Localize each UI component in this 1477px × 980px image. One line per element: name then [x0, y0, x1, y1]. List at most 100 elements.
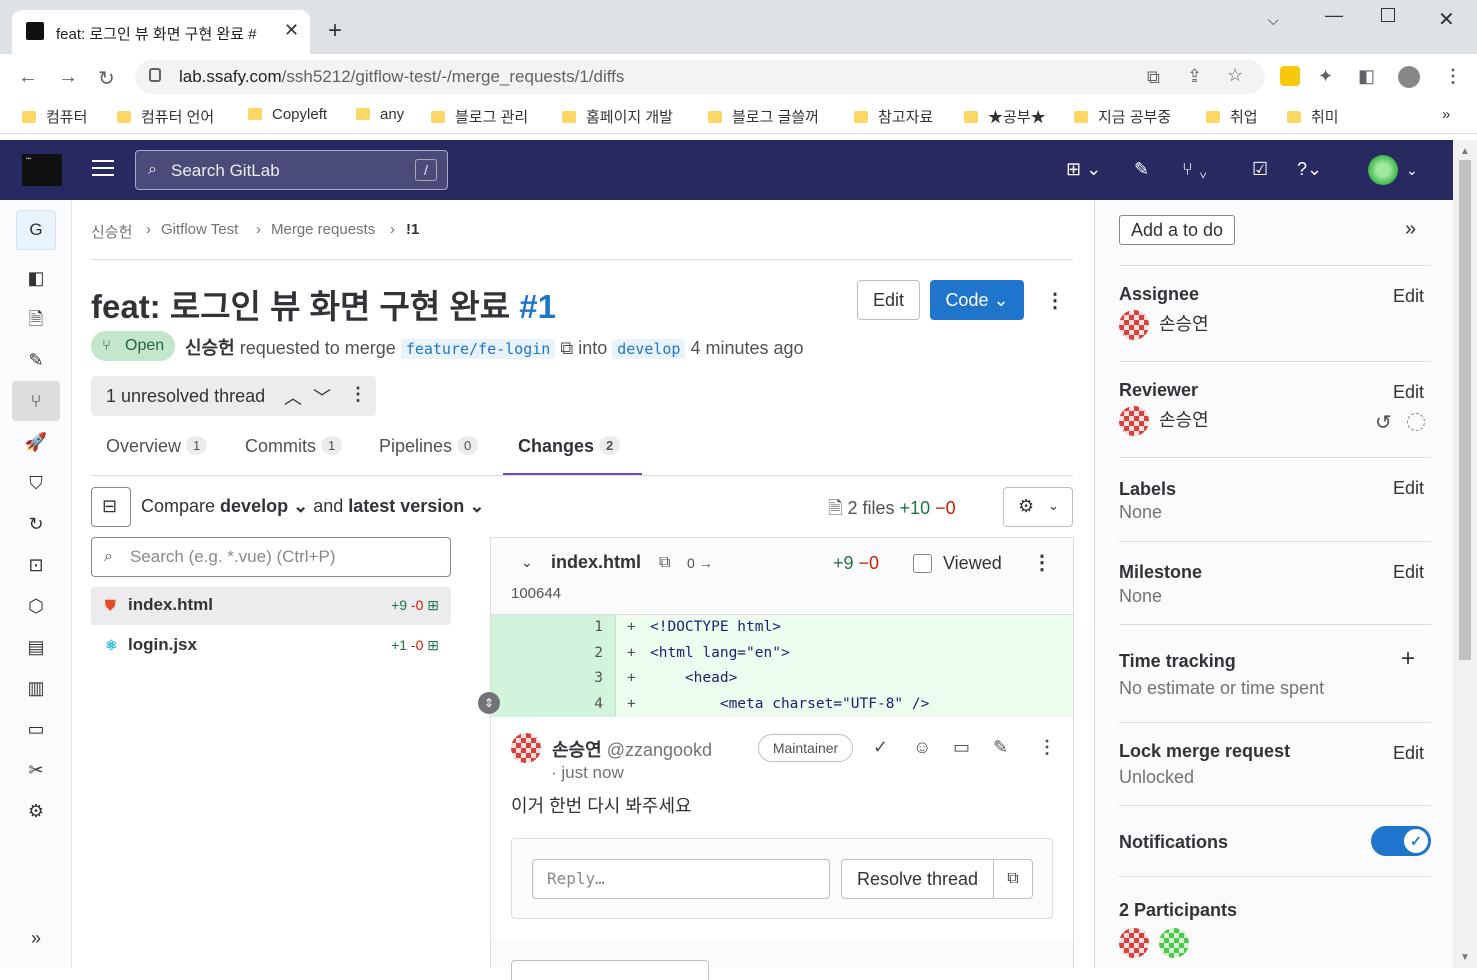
breadcrumb-item[interactable]: Gitflow Test	[161, 221, 238, 238]
edit-button[interactable]: Edit	[857, 280, 920, 320]
hamburger-menu-icon[interactable]	[92, 160, 114, 178]
rerequest-review-icon[interactable]: ↺	[1375, 410, 1392, 435]
viewed-checkbox[interactable]	[913, 554, 932, 573]
file-search-input[interactable]: ⌕ Search (e.g. *.vue) (Ctrl+P)	[91, 537, 451, 577]
bookmark-folder[interactable]: 참고자료	[854, 106, 933, 127]
chevron-up-icon[interactable]: ︿	[284, 384, 302, 410]
merge-requests-icon[interactable]: ⑂ ⌄	[1182, 159, 1209, 180]
files-icon[interactable]: 🗎	[24, 307, 48, 331]
start-thread-button[interactable]	[511, 960, 709, 980]
chevron-down-icon[interactable]: ⌄	[1406, 162, 1418, 179]
more-actions-icon[interactable]: ⋮	[1045, 288, 1065, 313]
back-icon[interactable]: ←	[18, 66, 38, 89]
snippets-icon[interactable]: ✂	[24, 758, 48, 782]
wiki-icon[interactable]: ▭	[24, 717, 48, 741]
bookmark-folder[interactable]: Copyleft	[248, 106, 327, 123]
more-actions-icon[interactable]: ⋮	[1038, 737, 1056, 758]
scroll-thumb[interactable]	[1459, 160, 1471, 660]
bookmark-folder[interactable]: 블로그 관리	[431, 106, 528, 127]
create-new-icon[interactable]: ⊞ ⌄	[1066, 159, 1101, 180]
emoji-icon[interactable]: ☺	[913, 737, 931, 758]
minimize-button[interactable]: —	[1325, 5, 1343, 26]
resolve-check-icon[interactable]: ✓	[873, 737, 888, 758]
close-window-button[interactable]: ✕	[1438, 7, 1455, 32]
bookmark-folder[interactable]: 취미	[1287, 106, 1339, 127]
issues-icon[interactable]: ✎	[24, 348, 48, 372]
bookmark-folder[interactable]: 컴퓨터 언어	[117, 106, 214, 127]
issues-icon[interactable]: ✎	[1134, 159, 1149, 180]
head-version-dropdown[interactable]: latest version ⌄	[348, 496, 484, 516]
bookmark-folder[interactable]: ★공부★	[964, 106, 1046, 127]
author-link[interactable]: 신승헌	[185, 338, 235, 358]
deployments-icon[interactable]: ↻	[24, 512, 48, 536]
diff-settings-button[interactable]: ⚙ ⌄	[1003, 487, 1073, 527]
bookmark-folder[interactable]: any	[356, 106, 404, 123]
extension-icon[interactable]	[1280, 66, 1300, 86]
bookmark-folder[interactable]: 블로그 글쓸꺼	[708, 106, 819, 127]
browser-tab[interactable]: feat: 로그인 뷰 화면 구현 완료 # ✕	[12, 10, 310, 54]
thread-collapse-icon[interactable]: ⇕	[478, 692, 500, 714]
avatar[interactable]	[511, 733, 541, 763]
target-branch[interactable]: develop	[612, 339, 686, 359]
file-tree-toggle-button[interactable]: ⊟	[91, 487, 131, 527]
bookmark-folder[interactable]: 컴퓨터	[22, 106, 87, 127]
scroll-up-icon[interactable]: ▲	[1460, 146, 1470, 157]
project-avatar[interactable]: G	[16, 210, 56, 250]
diff-file-name[interactable]: index.html	[551, 552, 641, 573]
edit-labels-link[interactable]: Edit	[1393, 478, 1424, 499]
help-icon[interactable]: ?⌄	[1297, 159, 1322, 180]
bookmark-folder[interactable]: 취업	[1206, 106, 1258, 127]
participant-avatar[interactable]	[1119, 928, 1159, 958]
tab-commits[interactable]: Commits 1	[245, 436, 343, 457]
comment-author[interactable]: 손승연 @zzangookd	[552, 736, 712, 762]
merge-requests-icon[interactable]: ⑂	[12, 381, 60, 421]
collapse-sidebar-icon[interactable]: »	[1405, 218, 1416, 241]
todos-icon[interactable]: ☑	[1252, 159, 1268, 180]
copy-path-icon[interactable]: ⧉	[659, 554, 670, 572]
rocket-icon[interactable]: 🚀	[24, 430, 48, 454]
reload-icon[interactable]: ↻	[98, 66, 115, 91]
base-version-dropdown[interactable]: develop ⌄	[220, 496, 308, 516]
collapse-file-icon[interactable]: ⌄	[521, 554, 533, 571]
analytics-icon[interactable]: ▥	[24, 676, 48, 700]
user-avatar[interactable]	[1368, 155, 1398, 185]
add-time-icon[interactable]: +	[1401, 645, 1415, 673]
gitlab-logo[interactable]: ▪▪▪	[22, 154, 62, 186]
translate-icon[interactable]: ⧉	[1147, 67, 1160, 88]
shield-icon[interactable]: ⛉	[24, 471, 48, 495]
bookmark-star-icon[interactable]: ☆	[1227, 65, 1243, 86]
breadcrumb-item[interactable]: 신승헌	[91, 221, 132, 242]
code-dropdown-button[interactable]: Code ⌄	[930, 280, 1024, 320]
notifications-toggle[interactable]: ✓	[1371, 826, 1431, 856]
profile-avatar[interactable]	[1398, 66, 1420, 88]
breadcrumb-item[interactable]: Merge requests	[271, 221, 375, 238]
scroll-down-icon[interactable]: ▼	[1460, 952, 1470, 963]
resolve-thread-button[interactable]: Resolve thread	[841, 859, 994, 899]
create-issue-icon[interactable]: ⧉	[993, 859, 1033, 899]
file-tree-item[interactable]: ⛊ index.html +9 -0 ⊞	[91, 587, 451, 625]
pencil-icon[interactable]: ✎	[993, 737, 1008, 758]
bookmark-folder[interactable]: 홈페이지 개발	[562, 106, 673, 127]
search-input[interactable]: ⌕ Search GitLab /	[135, 150, 448, 190]
participant-avatar[interactable]	[1159, 928, 1189, 958]
source-branch[interactable]: feature/fe-login	[400, 339, 556, 359]
tab-overview[interactable]: Overview 1	[106, 436, 208, 457]
settings-icon[interactable]: ⚙	[24, 799, 48, 823]
monitor-icon[interactable]: ▤	[24, 635, 48, 659]
more-actions-icon[interactable]: ⋮	[349, 384, 367, 405]
bookmark-folder[interactable]: 지금 공부중	[1074, 106, 1171, 127]
add-todo-button[interactable]: Add a to do	[1119, 215, 1235, 245]
share-icon[interactable]: ⇪	[1187, 66, 1202, 87]
reply-icon[interactable]: ▭	[953, 737, 970, 758]
maximize-button[interactable]	[1381, 8, 1395, 22]
file-tree-item[interactable]: ⚛ login.jsx +1 -0 ⊞	[91, 627, 451, 665]
edit-assignee-link[interactable]: Edit	[1393, 286, 1424, 307]
file-options-icon[interactable]: ⋮	[1032, 550, 1052, 575]
page-scrollbar[interactable]: ▲ ▼	[1453, 140, 1477, 968]
bookmarks-overflow-button[interactable]: »	[1442, 106, 1450, 123]
puzzle-icon[interactable]: ✦	[1318, 66, 1333, 87]
breadcrumb-item[interactable]: !1	[406, 221, 419, 238]
tab-pipelines[interactable]: Pipelines 0	[379, 436, 479, 457]
reply-input[interactable]: Reply…	[532, 859, 830, 899]
copy-icon[interactable]: ⧉	[560, 338, 573, 358]
